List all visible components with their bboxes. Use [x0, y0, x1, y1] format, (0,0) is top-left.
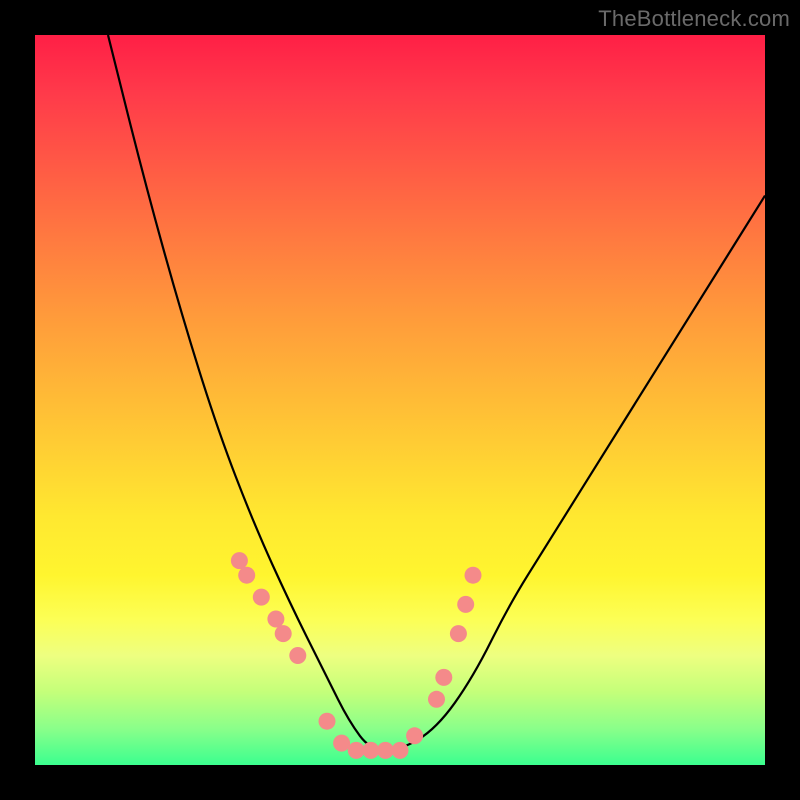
marker-dot — [457, 596, 474, 613]
marker-dot — [253, 589, 270, 606]
marker-dot — [435, 669, 452, 686]
marker-dot — [406, 727, 423, 744]
marker-dot — [238, 567, 255, 584]
marker-dot — [465, 567, 482, 584]
marker-dot — [231, 552, 248, 569]
marker-dot — [267, 611, 284, 628]
plot-area — [35, 35, 765, 765]
marker-dot — [377, 742, 394, 759]
marker-dot — [348, 742, 365, 759]
marker-dot — [333, 735, 350, 752]
marker-dot — [362, 742, 379, 759]
curve-svg — [35, 35, 765, 765]
watermark-text: TheBottleneck.com — [598, 6, 790, 32]
highlight-markers — [231, 552, 482, 759]
bottleneck-curve — [108, 35, 765, 750]
marker-dot — [392, 742, 409, 759]
marker-dot — [428, 691, 445, 708]
marker-dot — [319, 713, 336, 730]
marker-dot — [275, 625, 292, 642]
marker-dot — [450, 625, 467, 642]
marker-dot — [289, 647, 306, 664]
chart-frame: TheBottleneck.com — [0, 0, 800, 800]
